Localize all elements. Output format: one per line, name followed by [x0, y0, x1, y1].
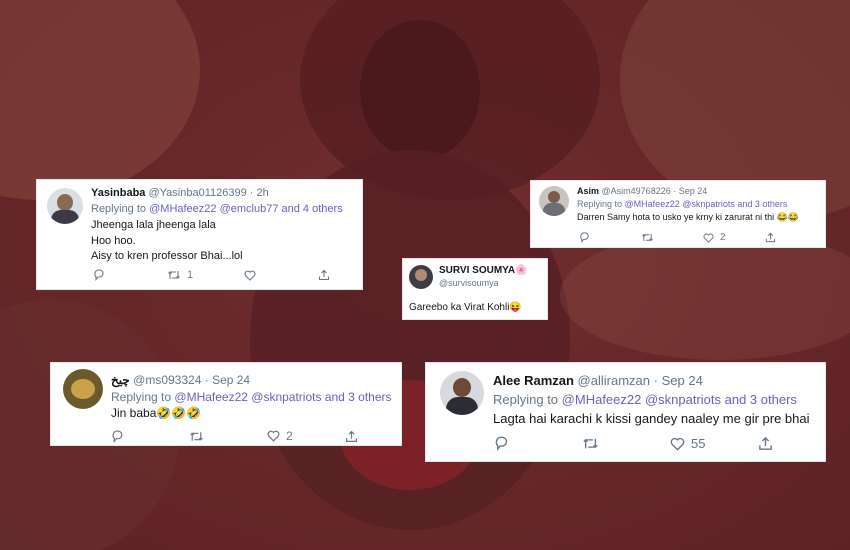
reply-button[interactable]	[93, 269, 167, 281]
timestamp[interactable]: Sep 24	[212, 373, 250, 387]
reply-icon	[580, 232, 589, 243]
tweet-card: چیخ @ms093324 · Sep 24 Replying to @MHaf…	[50, 362, 402, 446]
tweet-text-line: Hoo hoo.	[91, 235, 136, 247]
author-name[interactable]: SURVI SOUMYA	[439, 265, 515, 276]
tweet-text-line: Gareebo ka Virat Kohli😝	[409, 302, 522, 313]
share-icon	[759, 436, 772, 450]
retweet-button[interactable]	[582, 436, 670, 451]
reply-mentions[interactable]: @MHafeez22 @emclub77 and 4 others	[149, 203, 343, 215]
retweet-icon	[168, 271, 180, 279]
tweet-card: Alee Ramzan @alliramzan · Sep 24 Replyin…	[425, 362, 826, 462]
timestamp[interactable]: 2h	[257, 187, 269, 199]
share-button[interactable]	[765, 232, 776, 243]
heart-icon	[267, 430, 280, 442]
tweet-text-line: Aisy to kren professor Bhai...lol	[91, 250, 243, 262]
replying-to-label: Replying to	[111, 390, 172, 404]
author-name[interactable]: Alee Ramzan	[493, 373, 574, 388]
reply-mentions[interactable]: @MHafeez22 @sknpatriots and 3 others	[562, 392, 797, 407]
reply-button[interactable]	[579, 232, 641, 243]
tweet-text-line: Darren Samy hota to usko ye krny ki zaru…	[577, 212, 799, 222]
timestamp[interactable]: Sep 24	[662, 373, 703, 388]
reply-icon	[112, 429, 123, 443]
retweet-icon	[583, 438, 598, 449]
reply-mentions[interactable]: @MHafeez22 @sknpatriots and 3 others	[625, 199, 788, 209]
author-handle[interactable]: @ms093324	[133, 373, 201, 387]
author-handle[interactable]: @alliramzan	[578, 373, 650, 388]
retweet-button[interactable]	[189, 430, 267, 443]
reply-icon	[94, 269, 104, 281]
tweet-text-line: Jin baba🤣🤣🤣	[111, 406, 202, 420]
tweet-text-line: Jheenga lala jheenga lala	[91, 219, 216, 231]
retweet-count: 1	[187, 269, 194, 281]
timestamp[interactable]: Sep 24	[679, 186, 708, 196]
avatar[interactable]	[63, 369, 103, 409]
author-name[interactable]: Asim	[577, 186, 599, 196]
replying-to-label: Replying to	[577, 199, 623, 209]
like-button[interactable]: 2	[703, 232, 765, 243]
heart-icon	[703, 233, 714, 243]
share-button[interactable]	[758, 436, 773, 451]
avatar[interactable]	[47, 188, 83, 224]
like-button[interactable]: 2	[267, 429, 345, 443]
share-icon	[765, 232, 776, 243]
reply-button[interactable]	[494, 436, 582, 451]
author-handle[interactable]: @Yasinba01126399	[148, 187, 246, 199]
share-icon	[346, 430, 357, 442]
tweet-card: Yasinbaba @Yasinba01126399 · 2h Replying…	[36, 179, 363, 290]
tweet-card: SURVI SOUMYA🌸 @survisoumya Gareebo ka Vi…	[402, 258, 548, 320]
share-button[interactable]	[318, 269, 330, 281]
like-button[interactable]: 55	[670, 436, 758, 451]
flower-emoji: 🌸	[515, 265, 528, 276]
retweet-button[interactable]: 1	[167, 269, 244, 281]
reply-button[interactable]	[111, 429, 189, 443]
author-name[interactable]: چیخ	[111, 373, 130, 387]
author-handle[interactable]: @Asim49768226	[602, 186, 671, 196]
like-count: 55	[691, 436, 706, 451]
tweet-text-line: Lagta hai karachi k kissi gandey naaley …	[493, 411, 810, 426]
reply-mentions[interactable]: @MHafeez22 @sknpatriots and 3 others	[174, 390, 391, 404]
avatar[interactable]	[440, 371, 484, 415]
replying-to-label: Replying to	[493, 392, 559, 407]
author-handle[interactable]: @survisoumya	[439, 278, 499, 288]
like-count: 2	[286, 429, 293, 443]
heart-icon	[670, 437, 685, 451]
reply-icon	[495, 436, 508, 451]
retweet-icon	[190, 431, 203, 441]
retweet-icon	[642, 233, 653, 242]
avatar[interactable]	[539, 186, 569, 216]
avatar[interactable]	[409, 265, 433, 289]
author-name[interactable]: Yasinbaba	[91, 187, 145, 199]
like-count: 2	[720, 232, 726, 243]
retweet-button[interactable]	[641, 232, 703, 243]
replying-to-label: Replying to	[91, 203, 147, 215]
share-icon	[318, 269, 330, 281]
like-button[interactable]	[244, 270, 318, 281]
share-button[interactable]	[345, 430, 358, 443]
tweet-card: Asim @Asim49768226 · Sep 24 Replying to …	[530, 180, 826, 248]
heart-icon	[244, 270, 256, 281]
